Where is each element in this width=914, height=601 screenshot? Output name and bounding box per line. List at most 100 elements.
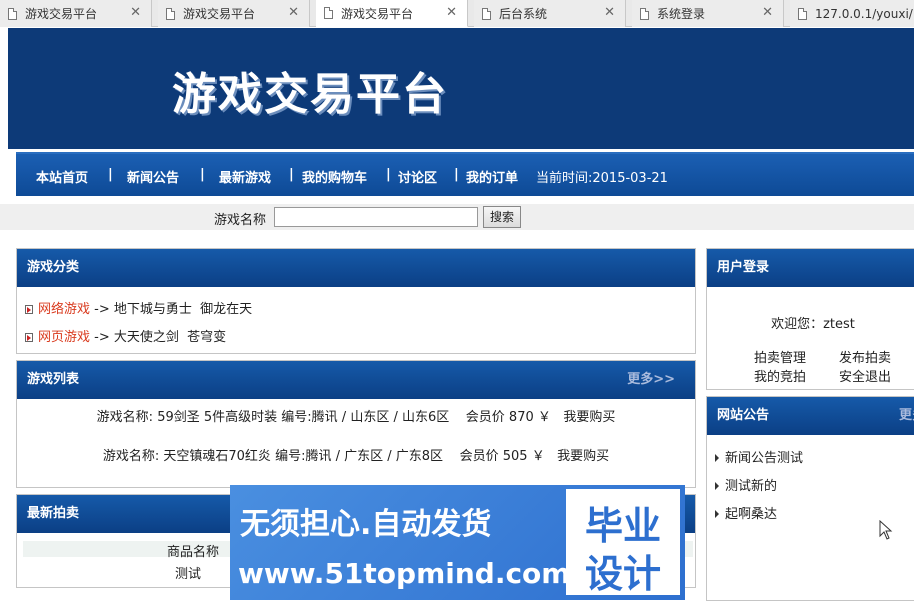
- nav-separator: |: [108, 167, 113, 182]
- browser-tab-label: 游戏交易平台: [183, 7, 256, 21]
- nav-orders[interactable]: 我的订单: [466, 167, 518, 186]
- site-title: 游戏交易平台: [172, 69, 448, 120]
- watermark-url: www.51topmind.com: [238, 557, 571, 590]
- nav-separator: |: [454, 167, 459, 182]
- currency-symbol: ￥: [537, 410, 551, 425]
- notice-item[interactable]: 起啊桑达: [715, 503, 777, 522]
- buy-link[interactable]: 我要购买: [563, 410, 615, 425]
- currency-symbol: ￥: [531, 449, 545, 464]
- notice-panel-title: 网站公告 更多: [707, 397, 914, 435]
- main-nav: 本站首页 | 新闻公告 | 最新游戏 | 我的购物车 | 讨论区 | 我的订单 …: [16, 152, 914, 196]
- notice-more-link[interactable]: 更多: [899, 397, 914, 435]
- nav-forum[interactable]: 讨论区: [398, 167, 437, 186]
- search-input[interactable]: [274, 207, 478, 227]
- category-row: 网络游戏 -> 地下城与勇士 御龙在天: [25, 298, 252, 317]
- browser-tab-strip: 游戏交易平台 ✕ 游戏交易平台 ✕ 游戏交易平台 ✕ 后台系统 ✕ 系统登录 ✕…: [0, 0, 914, 27]
- price-label: 会员价: [465, 410, 505, 425]
- browser-tab-label: 后台系统: [499, 7, 548, 21]
- auction-item[interactable]: 测试: [175, 563, 201, 582]
- category-arrow: ->: [94, 330, 110, 345]
- my-bids-link[interactable]: 我的竞拍: [754, 366, 806, 385]
- price-value: 505: [502, 449, 528, 464]
- nav-home[interactable]: 本站首页: [36, 167, 88, 186]
- watermark-slogan: 无须担心.自动发货: [240, 507, 492, 542]
- category-row: 网页游戏 -> 大天使之剑 苍穹变: [25, 326, 226, 345]
- browser-tab-6[interactable]: 127.0.0.1/youxi/: [790, 0, 914, 27]
- notice-item[interactable]: 新闻公告测试: [715, 447, 803, 466]
- nav-separator: |: [386, 167, 391, 182]
- category-panel-title: 游戏分类: [17, 249, 695, 287]
- document-icon: [482, 7, 491, 20]
- game-name[interactable]: 59剑圣 5件高级时装: [157, 410, 277, 425]
- game-list-panel-title: 游戏列表 更多>>: [17, 361, 695, 399]
- game-code-label: 编号:: [281, 410, 312, 425]
- bullet-icon: [715, 510, 719, 518]
- bullet-icon: [715, 482, 719, 490]
- notice-title: 网站公告: [717, 408, 770, 423]
- close-icon[interactable]: ✕: [446, 5, 457, 20]
- price-value: 870: [508, 410, 534, 425]
- game-row: 游戏名称: 天空镇魂石70红炎 编号:腾讯 / 广东区 / 广东8区 会员价 5…: [17, 445, 695, 464]
- game-list-title: 游戏列表: [27, 372, 80, 387]
- browser-tab-label: 游戏交易平台: [25, 7, 98, 21]
- game-list-panel: 游戏列表 更多>> 游戏名称: 59剑圣 5件高级时装 编号:腾讯 / 山东区 …: [16, 360, 696, 488]
- watermark-badge-line2: 设计: [584, 552, 661, 596]
- auction-manage-link[interactable]: 拍卖管理: [754, 347, 806, 366]
- category-games[interactable]: 大天使之剑 苍穹变: [114, 330, 226, 345]
- nav-news[interactable]: 新闻公告: [127, 167, 179, 186]
- document-icon: [324, 7, 333, 19]
- category-panel: 游戏分类 网络游戏 -> 地下城与勇士 御龙在天 网页游戏 -> 大天使之剑 苍…: [16, 248, 696, 354]
- nav-separator: |: [289, 167, 294, 182]
- bullet-icon: [715, 454, 719, 462]
- price-label: 会员价: [459, 449, 499, 464]
- close-icon[interactable]: ✕: [604, 5, 615, 20]
- close-icon[interactable]: ✕: [130, 5, 141, 20]
- nav-cart[interactable]: 我的购物车: [302, 167, 367, 186]
- game-code-label: 编号:: [275, 449, 306, 464]
- browser-tab-2[interactable]: 游戏交易平台 ✕: [158, 0, 310, 27]
- notice-panel: 网站公告 更多 新闻公告测试 测试新的 起啊桑达: [706, 396, 914, 601]
- browser-tab-1[interactable]: 游戏交易平台 ✕: [0, 0, 152, 27]
- document-icon: [640, 7, 649, 20]
- browser-tab-5[interactable]: 系统登录 ✕: [632, 0, 784, 27]
- current-time: 当前时间:2015-03-21: [536, 171, 668, 186]
- browser-tab-label: 127.0.0.1/youxi/: [815, 6, 913, 21]
- category-link[interactable]: 网络游戏: [38, 302, 90, 317]
- game-name-label: 游戏名称:: [102, 449, 160, 464]
- buy-link[interactable]: 我要购买: [557, 449, 609, 464]
- bullet-arrow-icon: [25, 333, 33, 342]
- login-panel: 用户登录 欢迎您：ztest 拍卖管理 发布拍卖 我的竞拍 安全退出: [706, 248, 914, 390]
- more-link[interactable]: 更多>>: [627, 361, 675, 399]
- game-row: 游戏名称: 59剑圣 5件高级时装 编号:腾讯 / 山东区 / 山东6区 会员价…: [17, 406, 695, 425]
- logout-link[interactable]: 安全退出: [839, 366, 891, 385]
- notice-item-label: 测试新的: [725, 479, 778, 494]
- category-link[interactable]: 网页游戏: [38, 330, 90, 345]
- close-icon[interactable]: ✕: [762, 5, 773, 20]
- close-icon[interactable]: ✕: [288, 5, 299, 20]
- category-arrow: ->: [94, 302, 110, 317]
- search-label: 游戏名称: [214, 213, 267, 228]
- welcome-text: 欢迎您：ztest: [771, 317, 855, 332]
- publish-auction-link[interactable]: 发布拍卖: [839, 347, 891, 366]
- search-button[interactable]: 搜索: [483, 206, 521, 228]
- login-panel-title: 用户登录: [707, 249, 914, 287]
- game-name[interactable]: 天空镇魂石70红炎: [163, 449, 271, 464]
- auction-column-name: 商品名称: [167, 545, 220, 560]
- game-name-label: 游戏名称:: [96, 410, 154, 425]
- game-code: 腾讯 / 广东区 / 广东8区: [305, 449, 444, 464]
- game-code: 腾讯 / 山东区 / 山东6区: [311, 410, 450, 425]
- document-icon: [798, 7, 807, 20]
- nav-latest-games[interactable]: 最新游戏: [219, 167, 271, 186]
- category-games[interactable]: 地下城与勇士 御龙在天: [114, 302, 252, 317]
- notice-item[interactable]: 测试新的: [715, 475, 777, 494]
- browser-tab-label: 系统登录: [657, 7, 706, 21]
- document-icon: [166, 7, 175, 20]
- nav-separator: |: [200, 167, 205, 182]
- document-icon: [8, 7, 17, 20]
- browser-tab-3[interactable]: 游戏交易平台 ✕: [316, 0, 468, 27]
- notice-item-label: 起啊桑达: [725, 507, 778, 522]
- bullet-arrow-icon: [25, 305, 33, 314]
- site-banner: 游戏交易平台: [8, 28, 914, 149]
- notice-item-label: 新闻公告测试: [725, 451, 804, 466]
- browser-tab-4[interactable]: 后台系统 ✕: [474, 0, 626, 27]
